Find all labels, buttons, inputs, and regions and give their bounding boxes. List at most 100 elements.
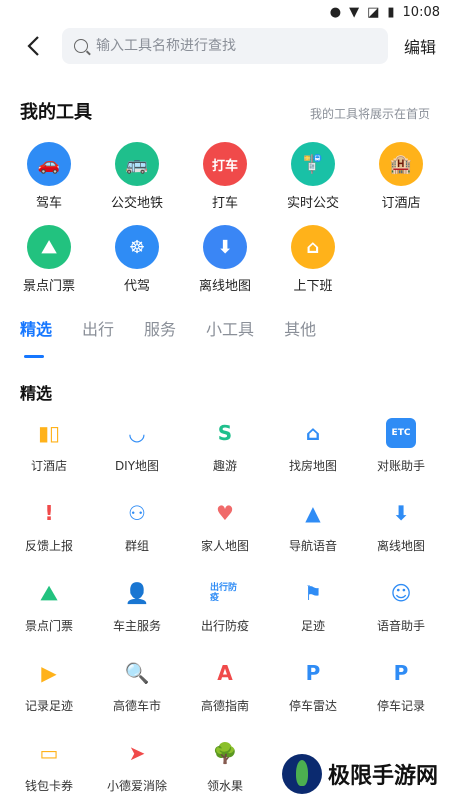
fun-trip-icon: S [217,421,233,445]
offline-map-icon: ⬇ [203,225,247,269]
my-tools-title: 我的工具 [20,102,92,123]
featured-item[interactable]: 🔍 高德车市 [93,658,181,714]
search-input[interactable] [96,38,388,54]
featured-label: 对账助手 [376,459,425,473]
game-icon: ➤ [128,741,146,765]
house-search-icon: ⌂ [305,421,321,445]
featured-item[interactable]: ⬇ 离线地图 [357,498,445,554]
scenic-ticket-icon: ⛰ [40,581,58,605]
record-footprint-icon: ▶ [41,661,57,685]
featured-item[interactable]: ▶ 记录足迹 [5,658,93,714]
featured-label: 导航语音 [288,539,337,553]
featured-item[interactable]: ! 反馈上报 [5,498,93,554]
featured-label: 景点门票 [24,619,73,633]
diy-map-icon: ◡ [129,421,145,445]
featured-item[interactable]: ⛰ 景点门票 [5,578,93,634]
my-tool-item[interactable]: 🚗 驾车 [5,142,93,211]
featured-label: DIY地图 [114,459,160,473]
tab-2[interactable]: 服务 [144,316,176,350]
tab-4[interactable]: 其他 [284,316,316,350]
featured-item[interactable]: 出行防疫 出行防疫 [181,578,269,634]
car-icon: 🚗 [27,142,71,186]
my-tools-grid: 🚗 驾车 🚌 公交地铁 打车 打车 🚏 实时公交 🏨 订酒店 ⛰ 景点门票 ☸ 代驾 ⬇ 离线地图 ⌂ 上下班 [0,142,450,294]
status-time: 10:08 [402,4,440,20]
featured-item[interactable]: ▲ 导航语音 [269,498,357,554]
featured-item[interactable]: ▭ 钱包卡券 [5,738,93,794]
featured-item[interactable]: ETC 对账助手 [357,418,445,474]
featured-item[interactable]: ⌂ 找房地图 [269,418,357,474]
featured-label: 高德指南 [200,699,249,713]
realtime-bus-icon: 🚏 [291,142,335,186]
no-sim-icon: ◪ [367,4,380,20]
tab-3[interactable]: 小工具 [206,316,254,350]
my-tool-item[interactable]: ⛰ 景点门票 [5,225,93,294]
featured-label: 群组 [124,539,149,553]
guide-icon: A [217,661,233,685]
my-tool-item[interactable]: ☸ 代驾 [93,225,181,294]
offline-map-icon: ⬇ [392,501,410,525]
featured-item[interactable]: ▮▯ 订酒店 [5,418,93,474]
watermark-text: 极限手游网 [327,764,438,789]
featured-label: 停车雷达 [288,699,337,713]
my-tools-header: 我的工具 我的工具将展示在首页 [0,98,450,124]
car-owner-icon: 👤 [124,581,150,605]
featured-item[interactable]: ♥ 家人地图 [181,498,269,554]
my-tool-item[interactable]: ⬇ 离线地图 [181,225,269,294]
featured-label: 找房地图 [288,459,337,473]
featured-item[interactable]: P 停车记录 [357,658,445,714]
wifi-icon: ▼ [349,4,360,20]
steering-wheel-icon: ☸ [115,225,159,269]
featured-item[interactable]: ➤ 小德爱消除 [93,738,181,794]
tab-1[interactable]: 出行 [82,316,114,350]
taxi-icon: 打车 [203,142,247,186]
battery-icon: ▮ [387,4,395,20]
featured-label: 小德爱消除 [106,779,167,793]
group-icon: ⚇ [128,501,146,525]
my-tool-item[interactable]: ⌂ 上下班 [269,225,357,294]
my-tool-label: 景点门票 [22,279,75,294]
featured-item[interactable]: A 高德指南 [181,658,269,714]
my-tool-item[interactable]: 打车 打车 [181,142,269,211]
featured-label: 足迹 [300,619,325,633]
featured-label: 高德车市 [112,699,161,713]
search-box[interactable] [62,28,388,64]
featured-item[interactable]: 🌳 领水果 [181,738,269,794]
parking-record-icon: P [393,661,409,685]
my-tool-label: 实时公交 [286,196,339,211]
featured-item[interactable]: S 趣游 [181,418,269,474]
featured-item[interactable]: ⚇ 群组 [93,498,181,554]
etc-icon: ETC [386,418,416,448]
car-market-icon: 🔍 [124,661,150,685]
watermark-logo [281,754,322,794]
my-tool-label: 打车 [211,196,238,211]
featured-title: 精选 [20,384,53,403]
hotel-icon: 🏨 [379,142,423,186]
featured-label: 钱包卡券 [24,779,73,793]
watermark: 极限手游网 [275,752,444,796]
fruit-tree-icon: 🌳 [212,741,238,765]
featured-item[interactable]: ☺ 语音助手 [357,578,445,634]
my-tool-label: 代驾 [123,279,150,294]
my-tool-item[interactable]: 🚌 公交地铁 [93,142,181,211]
featured-item[interactable]: 👤 车主服务 [93,578,181,634]
edit-button[interactable]: 编辑 [404,34,436,58]
featured-label: 反馈上报 [24,539,73,553]
voice-assistant-icon: ☺ [390,581,412,605]
nav-voice-icon: ▲ [305,501,321,525]
featured-item[interactable]: ⚑ 足迹 [269,578,357,634]
status-bar: ● ▼ ◪ ▮ 10:08 [0,0,450,24]
scenic-ticket-icon: ⛰ [27,225,71,269]
featured-item[interactable]: P 停车雷达 [269,658,357,714]
back-icon[interactable] [16,29,50,63]
my-tool-label: 驾车 [35,196,62,211]
parking-radar-icon: P [305,661,321,685]
top-bar: 编辑 [0,24,450,68]
my-tool-item[interactable]: 🚏 实时公交 [269,142,357,211]
tab-0[interactable]: 精选 [20,316,52,358]
my-tools-hint: 我的工具将展示在首页 [309,107,430,121]
my-tool-label: 公交地铁 [110,196,163,211]
category-tabs: 精选 出行 服务 小工具 其他 [0,316,450,358]
featured-item[interactable]: ◡ DIY地图 [93,418,181,474]
my-tool-label: 订酒店 [381,196,421,211]
my-tool-item[interactable]: 🏨 订酒店 [357,142,445,211]
